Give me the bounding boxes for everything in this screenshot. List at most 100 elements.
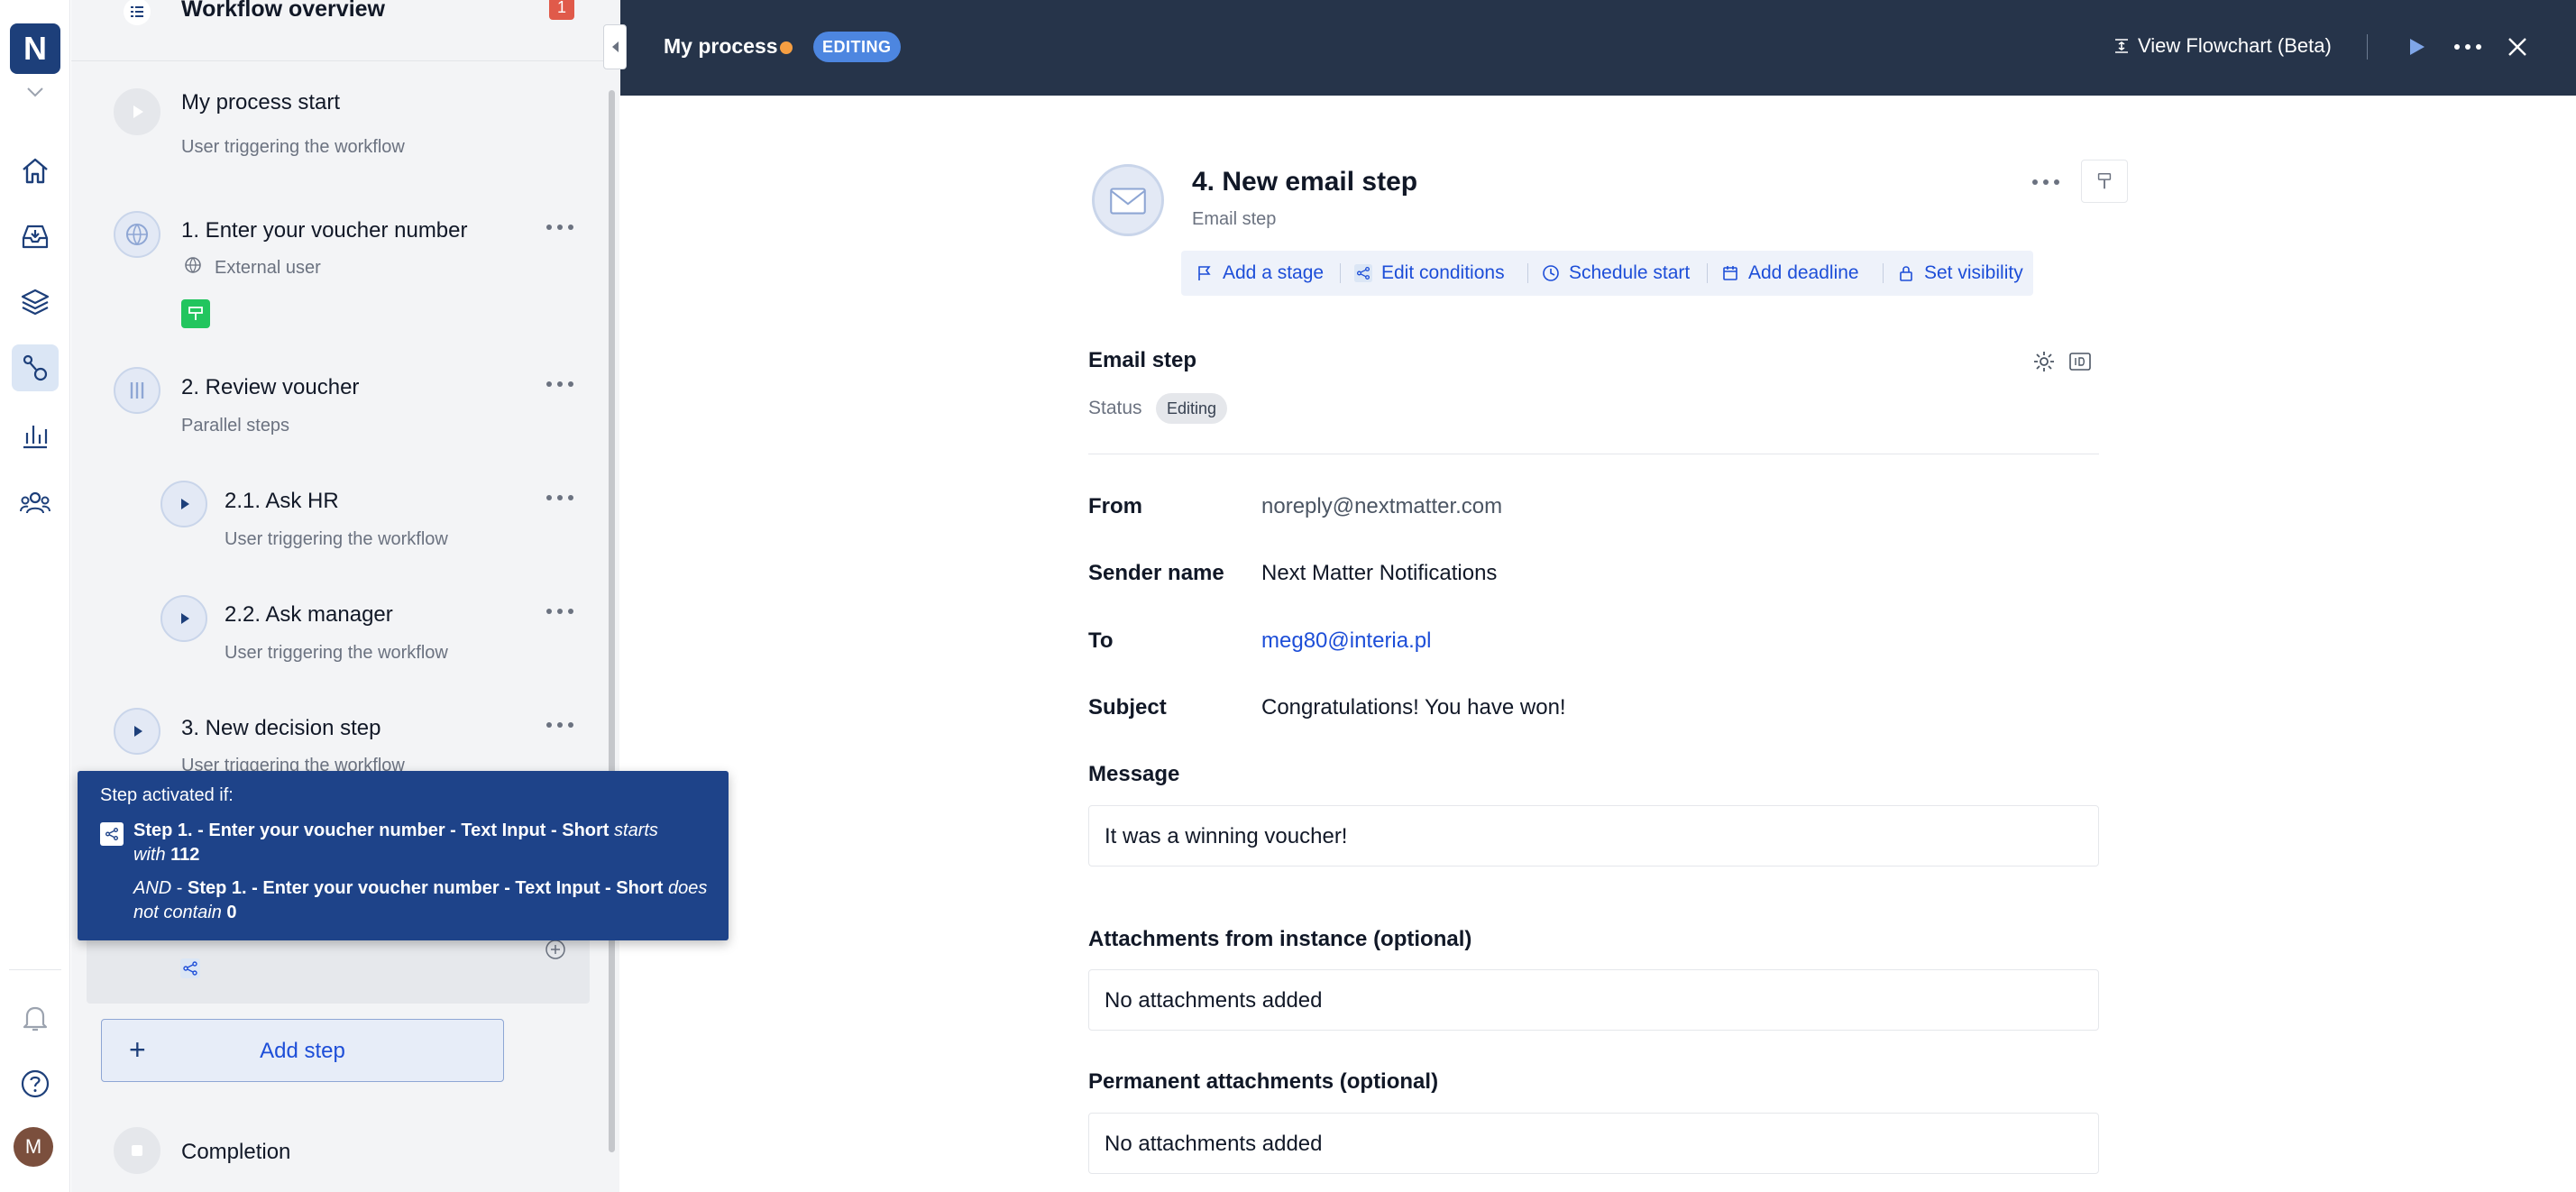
set-visibility-label: Set visibility xyxy=(1924,262,2023,283)
caret-left-icon xyxy=(612,41,619,52)
play-icon[interactable] xyxy=(2404,34,2429,60)
list-icon xyxy=(124,0,151,25)
step-name: 2.2. Ask manager xyxy=(225,602,393,627)
step-assignee: Parallel steps xyxy=(181,416,290,436)
set-visibility-button[interactable]: Set visibility xyxy=(1897,251,2023,296)
logo[interactable]: N xyxy=(10,23,60,74)
completion-label: Completion xyxy=(181,1140,291,1164)
step-assignee: User triggering the workflow xyxy=(181,137,405,157)
globe-icon xyxy=(114,211,160,258)
schedule-start-label: Schedule start xyxy=(1569,262,1691,283)
to-label: To xyxy=(1088,628,1114,653)
add-step-button[interactable]: + Add step xyxy=(101,1019,504,1082)
collapse-sidebar-button[interactable] xyxy=(603,24,627,69)
notification-badge[interactable]: 1 xyxy=(549,0,574,20)
user-play-icon xyxy=(160,595,207,642)
section-title: Email step xyxy=(1088,348,1197,372)
attachments-instance-label: Attachments from instance (optional) xyxy=(1088,927,1472,951)
from-value: noreply@nextmatter.com xyxy=(1261,494,1503,518)
flag-icon xyxy=(1198,266,1211,280)
inbox-icon[interactable] xyxy=(12,213,59,260)
view-flowchart-button[interactable]: View Flowchart (Beta) xyxy=(2113,34,2332,58)
step-action-bar: Add a stage Edit conditions Schedule sta… xyxy=(1181,251,2033,296)
more-icon[interactable] xyxy=(542,218,578,236)
workflow-title: Workflow overview xyxy=(181,0,385,22)
chevron-down-icon[interactable] xyxy=(24,83,46,101)
bell-icon[interactable] xyxy=(12,995,59,1041)
conditions-icon xyxy=(100,822,124,846)
step-name: 2.1. Ask HR xyxy=(225,489,339,513)
step-title[interactable]: 4. New email step xyxy=(1192,167,1417,197)
step-name: My process start xyxy=(181,90,341,115)
rail-divider xyxy=(9,969,61,970)
lock-icon xyxy=(1900,266,1912,281)
close-icon[interactable] xyxy=(2505,34,2530,60)
flowchart-icon xyxy=(2115,39,2128,53)
subject-label: Subject xyxy=(1088,695,1167,720)
team-icon[interactable] xyxy=(12,480,59,527)
mail-icon xyxy=(1092,164,1164,236)
schedule-start-button[interactable]: Schedule start xyxy=(1542,251,1690,296)
workflow-icon[interactable] xyxy=(12,344,59,391)
message-value: It was a winning voucher! xyxy=(1105,824,1348,848)
permanent-attachments-label: Permanent attachments (optional) xyxy=(1088,1069,1439,1094)
action-divider xyxy=(1883,263,1884,283)
home-icon[interactable] xyxy=(12,147,59,194)
process-name[interactable]: My process xyxy=(664,34,778,59)
user-play-icon xyxy=(160,481,207,527)
step-assignee: User triggering the workflow xyxy=(225,529,448,549)
more-icon[interactable] xyxy=(542,375,578,393)
add-deadline-label: Add deadline xyxy=(1748,262,1859,283)
add-step-label: Add step xyxy=(260,1039,345,1063)
action-divider xyxy=(1340,263,1341,283)
tooltip-condition-1: Step 1. - Enter your voucher number - Te… xyxy=(133,821,658,865)
help-icon[interactable] xyxy=(12,1060,59,1107)
more-icon[interactable] xyxy=(542,716,578,734)
brush-icon xyxy=(2097,173,2112,189)
avatar[interactable]: M xyxy=(14,1127,53,1167)
to-email-link[interactable]: meg80@interia.pl xyxy=(1261,628,1431,654)
gear-icon[interactable] xyxy=(2032,350,2056,373)
editing-status-badge: EDITING xyxy=(813,32,901,62)
format-brush-button[interactable] xyxy=(2081,160,2128,203)
icon-rail: N M xyxy=(0,0,70,1192)
conditions-tooltip: Step activated if: Step 1. - Enter your … xyxy=(78,771,729,940)
workflow-sidebar: Workflow overview 1 My process start Use… xyxy=(71,0,619,1192)
more-icon[interactable] xyxy=(542,489,578,507)
chart-icon[interactable] xyxy=(12,412,59,459)
unsaved-dot xyxy=(780,41,793,54)
step-name: 3. New decision step xyxy=(181,716,381,740)
permanent-attachments-field[interactable]: No attachments added xyxy=(1088,1113,2099,1174)
step-type: Email step xyxy=(1192,209,1277,229)
clock-icon xyxy=(1543,265,1559,281)
more-icon[interactable] xyxy=(542,602,578,620)
calendar-icon xyxy=(1723,266,1737,280)
add-stage-label: Add a stage xyxy=(1223,262,1325,283)
add-circle-icon[interactable] xyxy=(545,939,566,960)
tooltip-title: Step activated if: xyxy=(100,785,234,805)
edit-conditions-button[interactable]: Edit conditions xyxy=(1354,251,1505,296)
more-icon[interactable] xyxy=(2452,36,2484,58)
edit-conditions-label: Edit conditions xyxy=(1381,262,1505,283)
add-stage-button[interactable]: Add a stage xyxy=(1196,251,1324,296)
status-label: Status xyxy=(1088,398,1142,418)
view-flowchart-label: View Flowchart (Beta) xyxy=(2138,34,2332,57)
step-editor: 4. New email step Email step Add a stage… xyxy=(620,96,2576,1192)
sidebar-scrollbar[interactable] xyxy=(609,90,615,1152)
message-field[interactable]: It was a winning voucher! xyxy=(1088,805,2099,866)
from-label: From xyxy=(1088,494,1142,518)
step-name: 1. Enter your voucher number xyxy=(181,218,468,243)
add-deadline-button[interactable]: Add deadline xyxy=(1721,251,1859,296)
more-icon[interactable] xyxy=(2028,173,2064,191)
sender-name-value[interactable]: Next Matter Notifications xyxy=(1261,561,1497,586)
layers-icon[interactable] xyxy=(12,279,59,326)
conditions-icon xyxy=(1354,264,1372,282)
subject-value[interactable]: Congratulations! You have won! xyxy=(1261,695,1566,720)
globe-small-icon xyxy=(185,257,201,273)
attachments-instance-field[interactable]: No attachments added xyxy=(1088,969,2099,1031)
id-icon[interactable] xyxy=(2068,351,2092,372)
user-play-icon xyxy=(114,708,160,755)
tooltip-condition-2: AND - Step 1. - Enter your voucher numbe… xyxy=(133,878,708,922)
conditions-icon[interactable] xyxy=(180,958,200,978)
step-assignee: User triggering the workflow xyxy=(225,643,448,663)
